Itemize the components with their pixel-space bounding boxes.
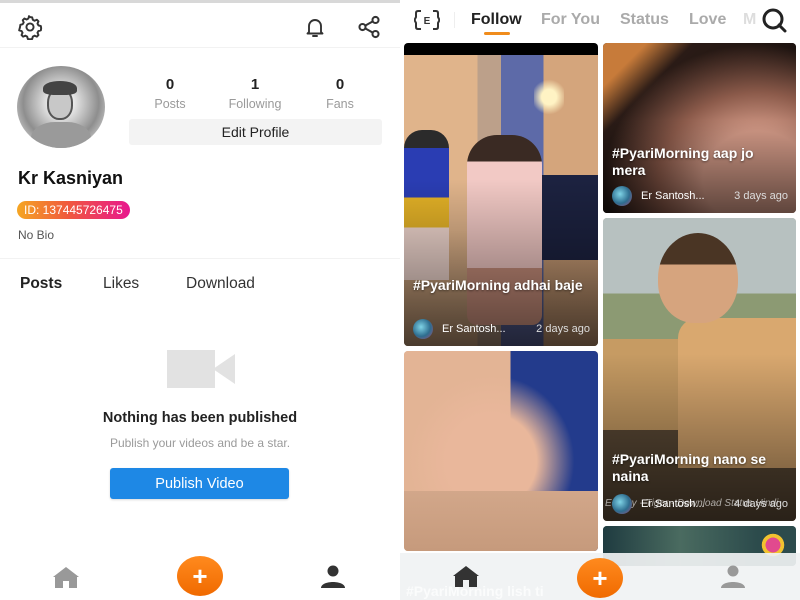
feed-screen: #PyariMorning adhai baje Er Santosh... 2… [400, 0, 800, 600]
settings-button[interactable] [16, 13, 44, 41]
e-bracket-icon[interactable]: E [414, 9, 440, 31]
home-icon[interactable] [452, 565, 480, 587]
screenshot-canvas: 0 Posts 1 Following 0 Fans Edit Profile … [0, 0, 800, 600]
tab-download[interactable]: Download [186, 275, 255, 293]
gear-icon [18, 15, 43, 40]
stat-value: 0 [335, 76, 345, 93]
avatar[interactable] [17, 66, 105, 148]
stat-label: Fans [326, 97, 354, 111]
author-avatar[interactable] [612, 186, 632, 206]
video-card[interactable]: #PyariMorning adhai baje Er Santosh... 2… [404, 43, 598, 346]
video-meta: Er Santosh... 4 days ago [612, 494, 788, 514]
post-time: 3 days ago [734, 190, 788, 202]
video-title: #PyariMorning adhai baje [413, 277, 583, 293]
tab-more[interactable]: M [743, 11, 757, 29]
publish-video-button[interactable]: Publish Video [110, 468, 289, 499]
divider [454, 12, 455, 28]
bottom-nav: + [0, 548, 400, 600]
user-name: Kr Kasniyan [18, 168, 124, 188]
edit-profile-button[interactable]: Edit Profile [129, 119, 382, 145]
add-icon: + [192, 560, 208, 591]
author-avatar[interactable] [413, 319, 433, 339]
divider [0, 258, 400, 259]
stat-value: 0 [165, 76, 175, 93]
video-camera-icon [167, 350, 235, 388]
profile-icon[interactable] [719, 565, 747, 589]
home-icon[interactable] [52, 566, 80, 588]
stat-value: 1 [250, 76, 260, 93]
profile-header [0, 3, 400, 48]
svg-text:E: E [424, 16, 431, 27]
video-thumbnail [404, 351, 598, 551]
empty-state-subtitle: Publish your videos and be a star. [109, 436, 291, 450]
video-title: #PyariMorning nano se naina [612, 451, 767, 484]
author-name[interactable]: Er Santosh... [641, 190, 734, 202]
active-tab-indicator [484, 32, 510, 35]
author-name[interactable]: Er Santosh... [442, 323, 536, 335]
stat-posts[interactable]: 0 Posts [130, 76, 210, 111]
video-meta: Er Santosh... 2 days ago [413, 319, 590, 339]
add-icon: + [592, 562, 608, 593]
post-time: 2 days ago [536, 323, 590, 335]
stat-label: Posts [154, 97, 186, 111]
stat-fans[interactable]: 0 Fans [300, 76, 380, 111]
video-card[interactable] [404, 351, 598, 551]
tab-posts[interactable]: Posts [20, 275, 62, 293]
add-button[interactable]: + [577, 558, 623, 598]
tab-love[interactable]: Love [689, 11, 726, 29]
share-button[interactable] [355, 13, 383, 41]
tab-likes[interactable]: Likes [103, 275, 139, 293]
share-icon [358, 15, 380, 39]
notifications-button[interactable] [301, 13, 329, 41]
search-icon[interactable] [760, 7, 788, 33]
tab-follow[interactable]: Follow [471, 11, 522, 29]
video-meta: Er Santosh... 3 days ago [612, 186, 788, 206]
stat-following[interactable]: 1 Following [215, 76, 295, 111]
post-time: 4 days ago [734, 498, 788, 510]
author-name[interactable]: Er Santosh... [641, 498, 734, 510]
user-id-badge: ID: 137445726475 [17, 201, 130, 219]
add-button[interactable]: + [177, 556, 223, 596]
video-card[interactable]: #PyariMorning nano se naina Edit By - Ti… [603, 218, 796, 521]
bottom-nav: #PyariMorning lish ti + [400, 553, 800, 600]
user-bio: No Bio [18, 228, 55, 242]
tab-for-you[interactable]: For You [541, 11, 600, 29]
feed-header: E Follow For You Status Love M [400, 0, 800, 40]
video-title: #PyariMorning aap jo mera [612, 145, 754, 178]
profile-screen: 0 Posts 1 Following 0 Fans Edit Profile … [0, 0, 400, 600]
tab-status[interactable]: Status [620, 11, 669, 29]
bell-icon [306, 19, 324, 37]
author-avatar[interactable] [612, 494, 632, 514]
video-card[interactable]: #PyariMorning aap jo mera Er Santosh... … [603, 43, 796, 213]
profile-icon[interactable] [319, 565, 347, 589]
stat-label: Following [228, 97, 282, 111]
empty-state-title: Nothing has been published [102, 410, 298, 426]
